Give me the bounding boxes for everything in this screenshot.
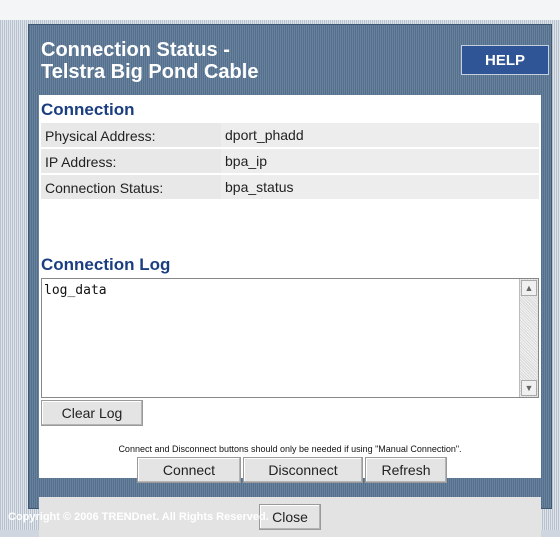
ip-address-label: IP Address: [45,154,117,170]
connection-log-textarea[interactable]: log_data ▲ ▼ [41,278,539,398]
page-title-line2: Telstra Big Pond Cable [41,61,259,83]
scroll-down-arrow-icon[interactable]: ▼ [521,380,537,396]
physical-address-value: dport_phadd [221,123,539,147]
log-scrollbar[interactable]: ▲ ▼ [519,279,538,397]
connection-log-title: Connection Log [41,255,171,274]
log-content: log_data [44,283,107,298]
ip-address-value: bpa_ip [221,149,539,173]
info-row-connection-status: Connection Status: bpa_status [41,175,539,201]
connection-status-panel: Connection Status - Telstra Big Pond Cab… [28,24,552,537]
page-title-line1: Connection Status - [41,39,230,61]
manual-connection-note: Connect and Disconnect buttons should on… [118,444,462,454]
clear-log-button[interactable]: Clear Log [41,400,143,426]
info-row-ip-address: IP Address: bpa_ip [41,149,539,175]
top-band [0,0,560,20]
connection-section-title: Connection [41,100,135,119]
disconnect-button[interactable]: Disconnect [243,457,363,483]
content-area: Connection Physical Address: dport_phadd… [39,95,541,537]
physical-address-label: Physical Address: [45,128,156,144]
page-title: Connection Status - Telstra Big Pond Cab… [41,39,258,83]
connection-status-label: Connection Status: [45,180,164,196]
connect-button[interactable]: Connect [137,457,241,483]
connection-status-value: bpa_status [221,175,539,199]
refresh-button[interactable]: Refresh [365,457,447,483]
help-button[interactable]: HELP [461,45,549,75]
scroll-up-arrow-icon[interactable]: ▲ [521,280,537,296]
info-row-physical-address: Physical Address: dport_phadd [41,123,539,149]
copyright-footer: Copyright © 2006 TRENDnet. All Rights Re… [8,511,269,523]
